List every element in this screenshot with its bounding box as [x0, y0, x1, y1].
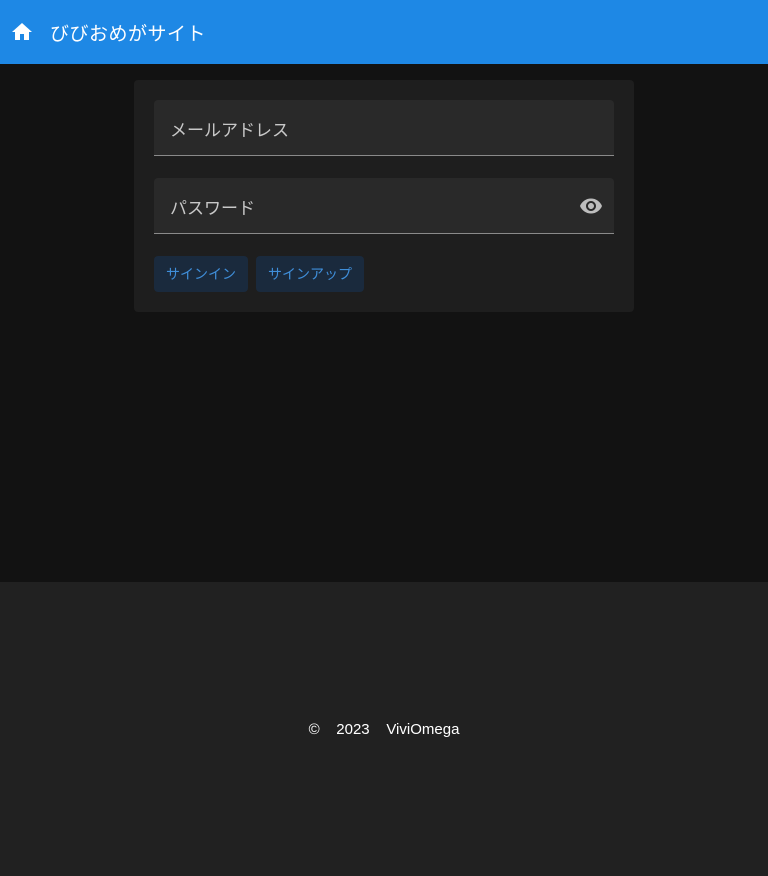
- signin-button[interactable]: サインイン: [154, 256, 248, 292]
- footer: © 2023 ViviOmega: [0, 582, 768, 876]
- eye-icon: [580, 198, 602, 214]
- home-button[interactable]: [0, 10, 44, 54]
- home-icon: [12, 23, 32, 40]
- toggle-password-visibility-button[interactable]: [578, 193, 604, 219]
- app-title: びびおめがサイト: [50, 22, 207, 45]
- app-bar: びびおめがサイト: [0, 0, 768, 64]
- email-label: メールアドレス: [170, 121, 289, 141]
- copyright-text: © 2023 ViviOmega: [308, 720, 460, 738]
- password-field[interactable]: パスワード: [154, 178, 614, 234]
- login-card: メールアドレス パスワード サインイン サインアップ: [134, 80, 634, 312]
- main-content: メールアドレス パスワード サインイン サインアップ: [0, 64, 768, 582]
- password-label: パスワード: [170, 199, 255, 219]
- signup-button[interactable]: サインアップ: [256, 256, 364, 292]
- email-field[interactable]: メールアドレス: [154, 100, 614, 156]
